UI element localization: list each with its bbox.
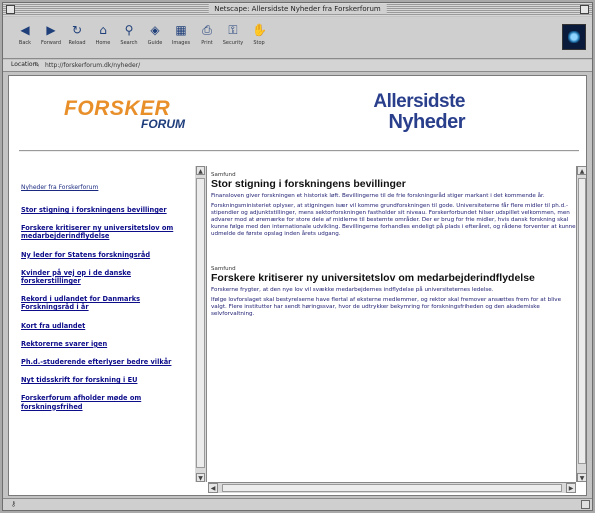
toolbar-button-home[interactable]: ⌂ Home — [91, 23, 115, 46]
toolbar-button-label: Search — [120, 40, 138, 46]
guide-icon: ◈ — [150, 23, 160, 37]
window-title: Netscape: Allersidste Nyheder fra Forske… — [208, 4, 387, 14]
netscape-throbber-icon[interactable] — [562, 24, 586, 50]
logo-forum-text: FORUM — [141, 117, 185, 131]
page-proxy-icon[interactable]: ✎ — [34, 61, 40, 70]
toolbar-button-guide[interactable]: ◈ Guide — [143, 23, 167, 46]
page-title-line-1: Allersidste — [373, 91, 465, 112]
home-icon: ⌂ — [99, 23, 107, 37]
forward-arrow-icon: ▶ — [46, 23, 56, 37]
scroll-up-arrow-icon[interactable]: ▲ — [196, 166, 205, 175]
toolbar-button-forward[interactable]: ▶ Forward — [39, 23, 63, 46]
toolbar-button-back[interactable]: ◀ Back — [13, 23, 37, 46]
sidebar-news-link[interactable]: Stor stigning i forskningens bevillinger — [21, 206, 181, 214]
search-icon: ⚲ — [124, 23, 134, 37]
zoom-box[interactable] — [580, 5, 589, 14]
news-article: Samfund Forskere kritiserer ny universite… — [211, 266, 576, 318]
right-frame-scrollbar[interactable]: ▲ ▼ — [576, 166, 586, 482]
stop-icon: ✋ — [252, 23, 267, 37]
forskerforum-logo[interactable]: FORSKER FORUM — [64, 98, 185, 138]
sidebar-news-link[interactable]: Rektorerne svarer igen — [21, 340, 181, 348]
toolbar-button-label: Back — [18, 40, 32, 46]
article-body: Ifølge lovforslaget skal bestyrelserne h… — [211, 297, 562, 317]
article-lead: Finansloven giver forskningen et histori… — [211, 193, 545, 199]
toolbar-button-label: Guide — [147, 40, 163, 46]
sidebar-news-link[interactable]: Ph.d.-studerende efterlyser bedre vilkår — [21, 358, 181, 366]
browser-window: Netscape: Allersidste Nyheder fra Forske… — [2, 2, 593, 511]
news-article: Samfund Stor stigning i forskningens bevi… — [211, 172, 576, 238]
sidebar-news-link[interactable]: Kort fra udlandet — [21, 322, 181, 330]
sidebar-news-link[interactable]: Forskere kritiserer ny universitetslov o… — [21, 224, 181, 240]
toolbar-button-label: Home — [95, 40, 111, 46]
toolbar-button-label: Print — [201, 40, 213, 46]
left-frame-scrollbar[interactable]: ▲ ▼ — [195, 166, 207, 482]
article-headline[interactable]: Stor stigning i forskningens bevillinger — [211, 179, 576, 190]
toolbar-button-label: Forward — [40, 40, 62, 46]
page-title: Allersidste Nyheder — [325, 92, 465, 133]
title-bar[interactable]: Netscape: Allersidste Nyheder fra Forske… — [3, 3, 592, 16]
scroll-thumb[interactable] — [222, 484, 562, 492]
scroll-thumb[interactable] — [196, 178, 205, 468]
scroll-up-arrow-icon[interactable]: ▲ — [577, 166, 586, 175]
back-arrow-icon: ◀ — [20, 23, 30, 37]
article-headline[interactable]: Forskere kritiserer ny universitetslov o… — [211, 273, 576, 284]
toolbar-button-label: Reload — [68, 40, 86, 46]
security-lock-icon: ⚿ — [228, 23, 238, 37]
location-bar: Location: ✎ http://forskerforum.dk/nyhed… — [3, 60, 592, 72]
article-body: Forskningsministeriet oplyser, at stigni… — [211, 203, 576, 237]
sidebar-news-link[interactable]: Forskerforum afholder møde om forsknings… — [21, 394, 181, 410]
reload-icon: ↻ — [71, 23, 83, 37]
toolbar-button-images[interactable]: ▦ Images — [169, 23, 193, 46]
news-frame: Samfund Stor stigning i forskningens bevi… — [211, 172, 576, 482]
scroll-down-arrow-icon[interactable]: ▼ — [196, 473, 205, 482]
toolbar-button-search[interactable]: ⚲ Search — [117, 23, 141, 46]
sidebar-news-link[interactable]: Nyt tidsskrift for forskning i EU — [21, 376, 181, 384]
page-content: FORSKER FORUM Allersidste Nyheder Nyhede… — [8, 75, 587, 496]
horizontal-scrollbar[interactable]: ◀ ▶ — [208, 482, 576, 493]
page-title-line-2: Nyheder — [388, 111, 465, 133]
toolbar-button-label: Security — [222, 40, 244, 46]
sidebar-news-link[interactable]: Rekord i udlandet for Danmarks Forskning… — [21, 295, 181, 311]
status-bar: ⚷ — [3, 498, 592, 510]
sidebar-links: Stor stigning i forskningens bevillinger… — [21, 206, 181, 411]
toolbar-button-reload[interactable]: ↻ Reload — [65, 23, 89, 46]
images-icon: ▦ — [175, 23, 187, 37]
close-box[interactable] — [6, 5, 15, 14]
scroll-right-arrow-icon[interactable]: ▶ — [566, 483, 576, 493]
toolbar-button-print[interactable]: ⎙ Print — [195, 23, 219, 46]
article-lead: Forskerne frygter, at den nye lov vil sv… — [211, 287, 494, 293]
url-field[interactable]: http://forskerforum.dk/nyheder/ — [45, 61, 375, 70]
toolbar: ◀ Back ▶ Forward ↻ Reload ⌂ Home ⚲ Search ◈ Guide ▦ I… — [3, 17, 592, 59]
toolbar-button-security[interactable]: ⚿ Security — [221, 23, 245, 46]
resize-handle[interactable] — [581, 500, 590, 509]
toolbar-button-label: Images — [171, 40, 191, 46]
scroll-down-arrow-icon[interactable]: ▼ — [577, 473, 586, 482]
toolbar-button-stop[interactable]: ✋ Stop — [247, 23, 271, 46]
divider — [19, 150, 579, 152]
toolbar-button-label: Stop — [253, 40, 265, 46]
sidebar: Nyheder fra Forskerforum Stor stigning i… — [21, 184, 181, 421]
scroll-left-arrow-icon[interactable]: ◀ — [208, 483, 218, 493]
sidebar-subtitle[interactable]: Nyheder fra Forskerforum — [21, 184, 181, 191]
scroll-thumb[interactable] — [578, 178, 586, 464]
sidebar-news-link[interactable]: Ny leder for Statens forskningsråd — [21, 251, 181, 259]
security-key-icon[interactable]: ⚷ — [11, 500, 16, 508]
print-icon: ⎙ — [202, 23, 212, 37]
sidebar-news-link[interactable]: Kvinder på vej op i de danske forskersti… — [21, 269, 181, 285]
